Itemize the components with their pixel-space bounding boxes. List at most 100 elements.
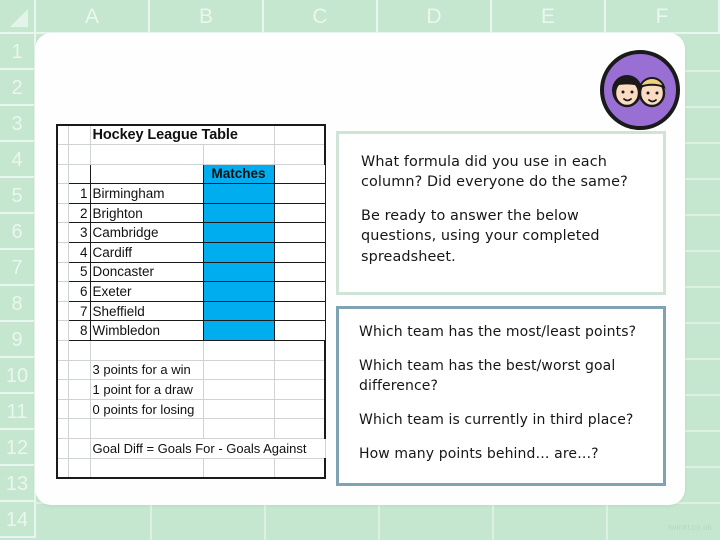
cell-blank[interactable] [273,457,326,479]
column-header-a[interactable]: A [36,0,150,34]
column-header-e[interactable]: E [492,0,606,34]
cell-blank[interactable] [273,320,326,342]
cell-blank[interactable] [56,144,69,165]
cell-note[interactable]: 1 point for a draw [89,379,204,400]
row-header-5[interactable]: 5 [0,178,36,214]
cell-blank[interactable] [273,340,326,361]
row-header-9[interactable]: 9 [0,322,36,358]
cell-blank[interactable] [67,124,91,146]
cell-blank[interactable] [202,457,275,479]
cell-rank[interactable]: 6 [67,281,91,302]
row-header-11[interactable]: 11 [0,394,36,430]
cell-note[interactable]: 3 points for a win [89,359,204,381]
cell-matches[interactable] [202,183,275,204]
cell-note[interactable]: 0 points for losing [89,398,204,420]
cell-matches[interactable] [202,202,275,224]
cell-blank[interactable] [56,398,69,420]
row-header-14[interactable]: 14 [0,502,36,538]
cell-blank[interactable] [273,261,326,283]
cell-blank[interactable] [56,261,69,283]
cell-blank[interactable] [273,242,326,263]
cell-blank[interactable] [67,418,91,439]
row-header-13[interactable]: 13 [0,466,36,502]
cell-blank[interactable] [273,398,326,420]
cell-blank[interactable] [56,163,69,185]
cell-blank[interactable] [273,300,326,322]
cell-team[interactable]: Doncaster [89,261,204,283]
cell-blank[interactable] [202,340,275,361]
column-header-d[interactable]: D [378,0,492,34]
cell-rank[interactable]: 2 [67,202,91,224]
cell-blank[interactable] [273,124,326,146]
cell-matches[interactable] [202,261,275,283]
column-header-f[interactable]: F [606,0,720,34]
cell-blank[interactable] [67,144,91,165]
cell-rank[interactable]: 7 [67,300,91,322]
table-title[interactable]: Hockey League Table [89,124,275,146]
cell-blank[interactable] [202,418,275,439]
column-header-matches[interactable]: Matches [202,163,275,185]
cell-blank[interactable] [273,359,326,381]
cell-blank[interactable] [273,183,326,204]
cell-matches[interactable] [202,300,275,322]
cell-blank[interactable] [202,398,275,420]
select-all-corner[interactable] [0,0,36,34]
cell-blank[interactable] [67,163,91,185]
cell-blank[interactable] [56,438,69,459]
cell-blank[interactable] [89,340,204,361]
cell-blank[interactable] [56,300,69,322]
cell-blank[interactable] [89,163,204,185]
cell-blank[interactable] [56,359,69,381]
row-header-6[interactable]: 6 [0,214,36,250]
row-header-10[interactable]: 10 [0,358,36,394]
cell-blank[interactable] [56,183,69,204]
cell-team[interactable]: Cardiff [89,242,204,263]
cell-blank[interactable] [273,418,326,439]
cell-blank[interactable] [67,438,91,459]
cell-blank[interactable] [56,457,69,479]
cell-blank[interactable] [273,144,326,165]
cell-blank[interactable] [56,320,69,342]
cell-matches[interactable] [202,242,275,263]
cell-rank[interactable]: 1 [67,183,91,204]
cell-blank[interactable] [56,242,69,263]
cell-team[interactable]: Brighton [89,202,204,224]
cell-blank[interactable] [273,222,326,244]
cell-blank[interactable] [89,144,204,165]
cell-blank[interactable] [89,418,204,439]
cell-rank[interactable]: 5 [67,261,91,283]
cell-matches[interactable] [202,222,275,244]
cell-blank[interactable] [56,222,69,244]
row-header-4[interactable]: 4 [0,142,36,178]
cell-blank[interactable] [273,163,326,185]
cell-team[interactable]: Sheffield [89,300,204,322]
cell-matches[interactable] [202,320,275,342]
cell-team[interactable]: Birmingham [89,183,204,204]
row-header-8[interactable]: 8 [0,286,36,322]
cell-blank[interactable] [273,379,326,400]
cell-team[interactable]: Cambridge [89,222,204,244]
cell-blank[interactable] [202,144,275,165]
cell-rank[interactable]: 3 [67,222,91,244]
row-header-7[interactable]: 7 [0,250,36,286]
cell-blank[interactable] [56,124,69,146]
cell-blank[interactable] [56,379,69,400]
row-header-3[interactable]: 3 [0,106,36,142]
cell-blank[interactable] [67,340,91,361]
cell-blank[interactable] [89,457,204,479]
cell-blank[interactable] [56,340,69,361]
cell-team[interactable]: Exeter [89,281,204,302]
row-header-1[interactable]: 1 [0,34,36,70]
cell-blank[interactable] [202,379,275,400]
cell-blank[interactable] [67,398,91,420]
cell-blank[interactable] [67,359,91,381]
cell-rank[interactable]: 4 [67,242,91,263]
cell-team[interactable]: Wimbledon [89,320,204,342]
cell-blank[interactable] [67,457,91,479]
cell-matches[interactable] [202,281,275,302]
cell-blank[interactable] [67,379,91,400]
column-header-b[interactable]: B [150,0,264,34]
cell-blank[interactable] [56,281,69,302]
cell-blank[interactable] [56,202,69,224]
cell-blank[interactable] [202,359,275,381]
